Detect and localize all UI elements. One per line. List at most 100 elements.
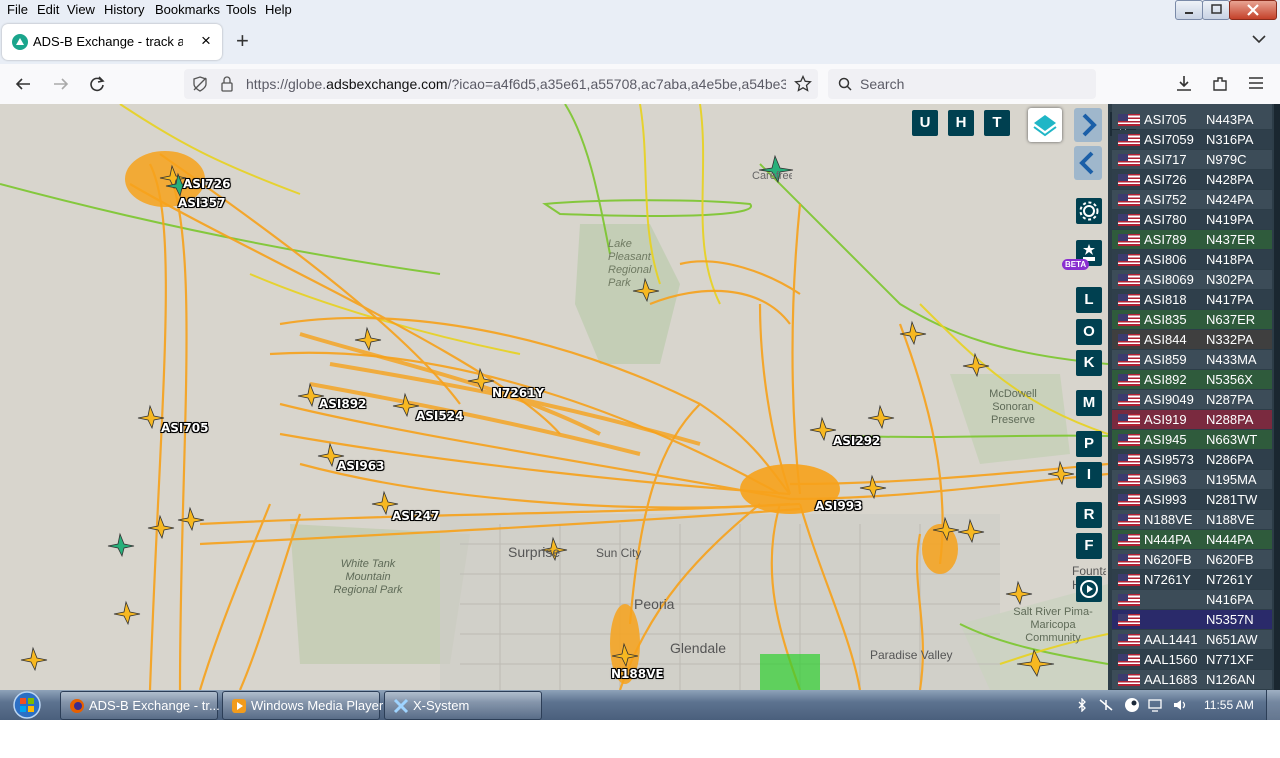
aircraft-label[interactable]: ASI524 [416,409,463,423]
start-button[interactable] [6,690,46,720]
settings-button[interactable] [1076,198,1102,224]
expand-panel-button[interactable] [1074,108,1102,142]
list-item[interactable]: ASI844 N332PA [1112,330,1272,349]
map-button-h[interactable]: H [948,110,974,136]
collapse-panel-button[interactable] [1074,146,1102,180]
list-item[interactable]: ASI7059 N316PA [1112,130,1272,149]
list-item[interactable]: AAL1683 N126AN [1112,670,1272,689]
list-item[interactable]: ASI818 N417PA [1112,290,1272,309]
app-menu-icon[interactable] [1248,76,1264,90]
list-item[interactable]: N7261Y N7261Y [1112,570,1272,589]
map-button-r[interactable]: R [1076,502,1102,528]
registration-cell: N417PA [1206,292,1254,307]
display-icon[interactable] [1148,698,1162,712]
map-button-t[interactable]: T [984,110,1010,136]
menu-file[interactable]: File [7,2,28,17]
tracking-protection-icon[interactable] [192,76,208,92]
minimize-button[interactable] [1175,0,1203,20]
list-item[interactable]: N444PA N444PA [1112,530,1272,549]
aircraft-label[interactable]: ASI726 [183,177,230,191]
list-item[interactable]: ASI945 N663WT [1112,430,1272,449]
network-icon[interactable] [1098,698,1114,712]
list-item[interactable]: ASI705 N443PA [1112,110,1272,129]
list-item[interactable]: N416PA [1112,590,1272,609]
list-item[interactable]: ASI752 N424PA [1112,190,1272,209]
close-window-button[interactable] [1229,0,1277,20]
map-button-k[interactable]: K [1076,350,1102,376]
search-bar[interactable]: Search [828,69,1096,99]
list-item[interactable]: ASI859 N433MA [1112,350,1272,369]
aircraft-label[interactable]: ASI292 [833,434,880,448]
map-button-p[interactable]: P [1076,431,1102,457]
list-item[interactable]: ASI9573 N286PA [1112,450,1272,469]
list-item[interactable]: ASI919 N288PA [1112,410,1272,429]
downloads-icon[interactable] [1175,75,1193,93]
reload-icon[interactable] [88,75,106,93]
menu-help[interactable]: Help [265,2,292,17]
url-bar[interactable]: https://globe.adsbexchange.com/?icao=a4f… [184,69,818,99]
layers-button[interactable] [1028,108,1062,142]
search-placeholder[interactable]: Search [860,76,904,92]
list-item[interactable]: ASI9049 N287PA [1112,390,1272,409]
lock-icon[interactable] [220,76,234,92]
list-item[interactable]: ASI993 N281TW [1112,490,1272,509]
taskbar-firefox[interactable]: ADS-B Exchange - tr... [60,691,220,720]
menu-history[interactable]: History [104,2,144,17]
map-button-i[interactable]: I [1076,462,1102,488]
map-button-u[interactable]: U [912,110,938,136]
aircraft-label[interactable]: ASI993 [815,499,862,513]
new-tab-button[interactable]: + [236,28,249,54]
list-item[interactable]: N5357N [1112,610,1272,629]
menu-edit[interactable]: Edit [37,2,59,17]
bookmark-star-icon[interactable] [794,75,812,93]
forward-icon[interactable] [52,76,70,92]
aircraft-label[interactable]: N188VE [611,667,664,681]
aircraft-label[interactable]: N7261Y [492,386,544,400]
aircraft-label[interactable]: ASI357 [178,196,225,210]
map-button-l[interactable]: L [1076,287,1102,313]
list-item[interactable]: ASI835 N637ER [1112,310,1272,329]
steam-icon[interactable] [1124,697,1140,713]
list-item[interactable]: ASI806 N418PA [1112,250,1272,269]
list-item[interactable]: ASI892 N5356X [1112,370,1272,389]
map-button-m[interactable]: M [1076,390,1102,416]
map-view[interactable]: Lake Pleasant Regional Park McDowell Son… [0,104,1108,690]
list-item[interactable]: N188VE N188VE [1112,510,1272,529]
taskbar-x-system[interactable]: X-System [384,691,542,720]
tab-adsb[interactable]: ADS-B Exchange - track aircraft × [2,24,222,60]
list-all-tabs-icon[interactable] [1252,34,1266,44]
aircraft-label[interactable]: ASI247 [392,509,439,523]
back-icon[interactable] [14,76,32,92]
list-item[interactable]: ASI726 N428PA [1112,170,1272,189]
aircraft-label[interactable]: ASI963 [337,459,384,473]
replay-button[interactable] [1076,576,1102,602]
menu-view[interactable]: View [67,2,95,17]
list-item[interactable]: AAL1441 N651AW [1112,630,1272,649]
list-item[interactable]: ASI780 N419PA [1112,210,1272,229]
callsign-cell: N7261Y [1144,572,1191,587]
tab-close-icon[interactable]: × [201,31,211,51]
list-item[interactable]: ASI789 N437ER [1112,230,1272,249]
clock[interactable]: 11:55 AM [1204,698,1254,712]
list-item[interactable]: N620FB N620FB [1112,550,1272,569]
list-item[interactable]: ASI717 N979C [1112,150,1272,169]
extensions-icon[interactable] [1211,75,1229,93]
bluetooth-icon[interactable] [1076,698,1088,712]
menu-bookmarks[interactable]: Bookmarks [155,2,220,17]
map-button-o[interactable]: O [1076,319,1102,345]
list-item[interactable]: AAL1560 N771XF [1112,650,1272,669]
maximize-button[interactable] [1202,0,1230,20]
map-button-f[interactable]: F [1076,533,1102,559]
list-item[interactable]: ASI8069 N302PA [1112,270,1272,289]
list-item[interactable]: ASI963 N195MA [1112,470,1272,489]
registration-cell: N188VE [1206,512,1255,527]
list-scrollbar[interactable] [1274,104,1280,690]
url-text[interactable]: https://globe.adsbexchange.com/?icao=a4f… [246,76,786,92]
volume-icon[interactable] [1172,698,1188,712]
taskbar-media-player[interactable]: Windows Media Player [222,691,383,720]
menu-tools[interactable]: Tools [226,2,256,17]
map-canvas[interactable] [0,104,1108,690]
show-desktop-button[interactable] [1266,690,1280,720]
aircraft-label[interactable]: ASI892 [319,397,366,411]
aircraft-label[interactable]: ASI705 [161,421,208,435]
